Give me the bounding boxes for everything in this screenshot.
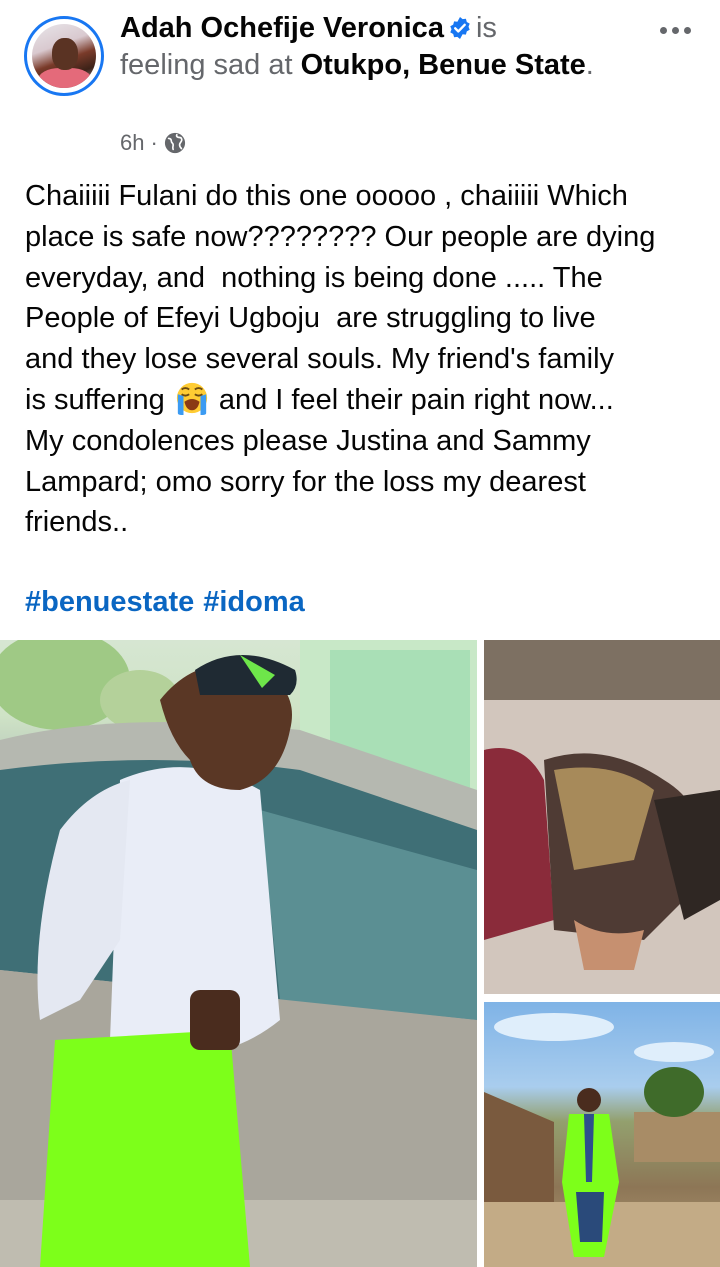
avatar-image (32, 24, 96, 88)
loudly-crying-face-emoji (176, 382, 207, 415)
hashtag-idoma[interactable]: #idoma (203, 586, 305, 618)
post-text-part1: Chaiiiii Fulani do this one ooooo , chai… (25, 180, 656, 416)
photo-bottom-right-illustration (484, 1013, 720, 1267)
location-period: . (585, 49, 594, 81)
post-body: Chaiiiii Fulani do this one ooooo , chai… (25, 176, 705, 543)
post-headline: Adah Ochefije Veronica is feeling sad at … (120, 10, 620, 84)
meta-separator: · (150, 130, 158, 155)
post-photo-bottom-right[interactable] (484, 1002, 720, 1267)
hashtag-benuestate[interactable]: #benuestate (25, 586, 194, 618)
activity-is: is (475, 12, 497, 44)
post-meta: 6h · (120, 130, 186, 156)
more-options-icon[interactable] (660, 18, 700, 42)
verified-badge-icon (450, 17, 470, 39)
post-header: Adah Ochefije Veronica is feeling sad at … (0, 0, 720, 170)
location-link[interactable]: Otukpo, Benue State (301, 49, 586, 81)
hashtags: #benuestate #idoma (25, 586, 314, 619)
profile-avatar[interactable] (24, 16, 104, 96)
activity-feeling: feeling sad at (120, 49, 293, 81)
globe-icon (164, 132, 185, 154)
author-name[interactable]: Adah Ochefije Veronica (120, 12, 444, 44)
photo-main-illustration (0, 640, 477, 1267)
post-timestamp[interactable]: 6h (120, 130, 144, 156)
post-photo-top-right[interactable] (484, 640, 720, 994)
post-photo-main[interactable] (0, 640, 477, 1267)
photo-top-right-illustration (484, 640, 720, 994)
